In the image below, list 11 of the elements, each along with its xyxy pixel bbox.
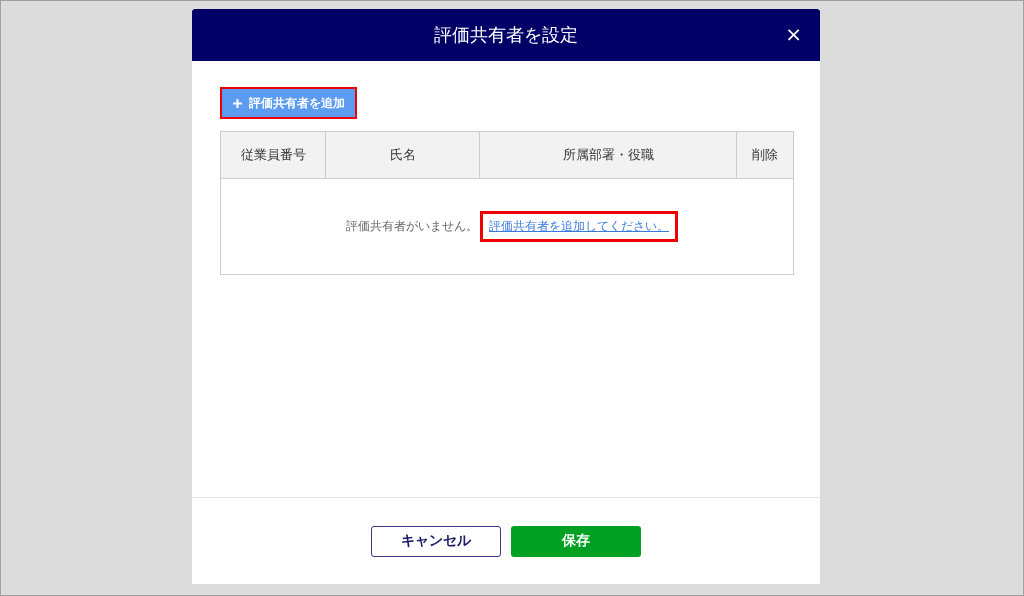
plus-icon bbox=[232, 97, 243, 109]
column-header: 削除 bbox=[751, 146, 779, 164]
cancel-button[interactable]: キャンセル bbox=[371, 525, 501, 557]
add-sharer-button[interactable]: 評価共有者を追加 bbox=[222, 89, 355, 117]
column-header: 所属部署・役職 bbox=[480, 132, 737, 178]
empty-message: 評価共有者がいません。 bbox=[346, 218, 478, 235]
column-header: 氏名 bbox=[326, 132, 480, 178]
close-button[interactable]: × bbox=[781, 22, 806, 46]
column-header: 従業員番号 bbox=[221, 132, 326, 178]
save-button[interactable]: 保存 bbox=[511, 525, 641, 557]
dialog-title: 評価共有者を設定 bbox=[434, 23, 578, 47]
